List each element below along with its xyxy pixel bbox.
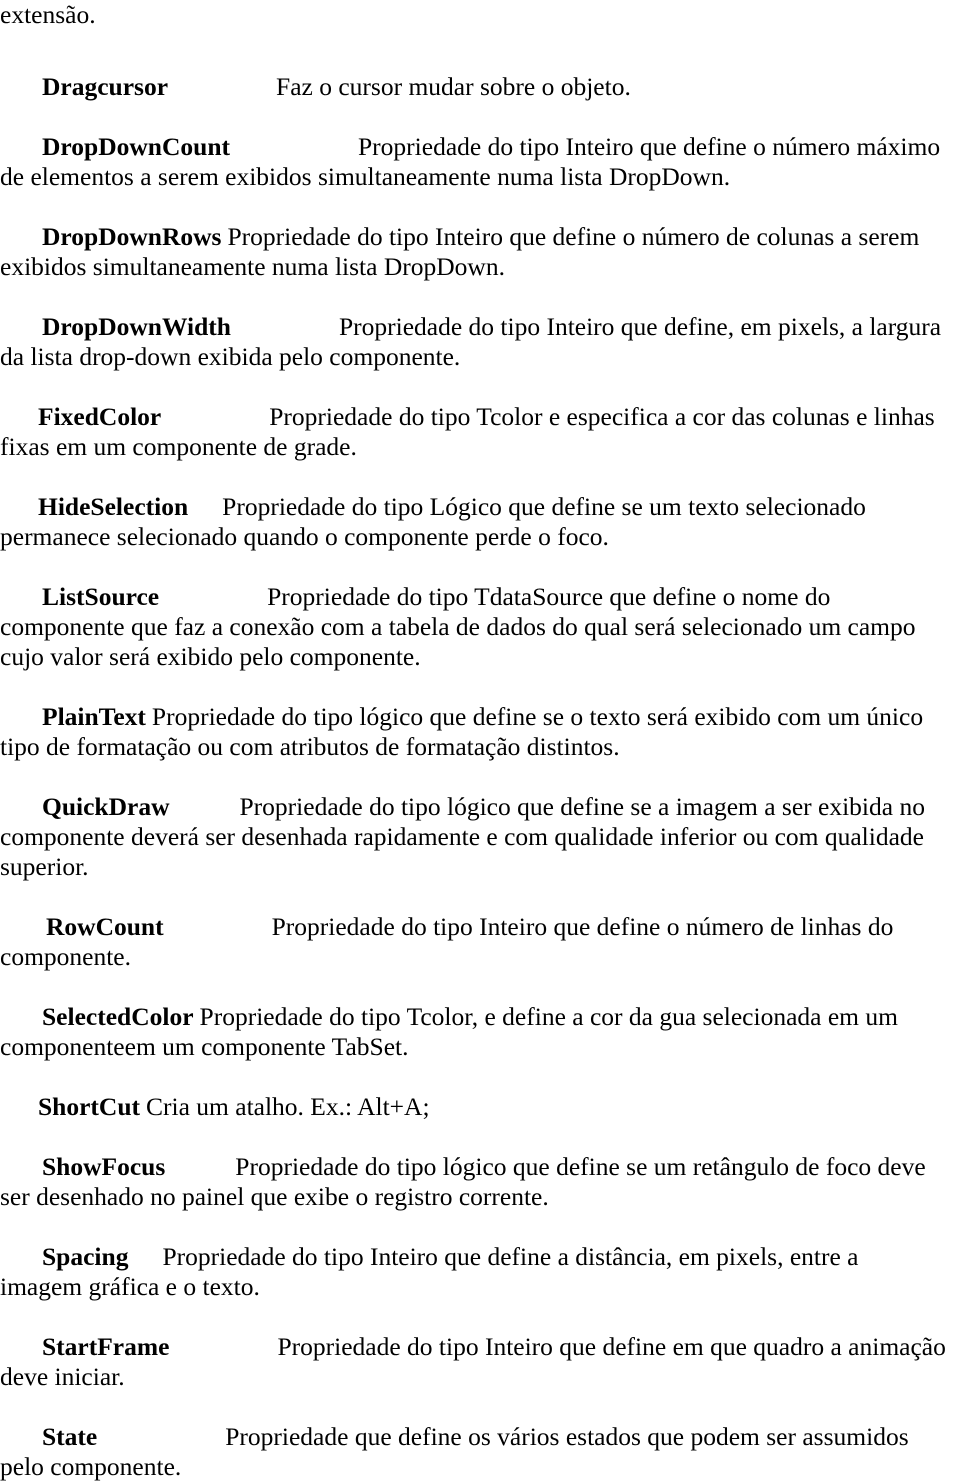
continuation-text: extensão. [0,0,946,30]
property-entry-listsource: ListSource Propriedade do tipo TdataSourc… [0,582,946,672]
property-entry-rowcount: RowCount Propriedade do tipo Inteiro que … [0,912,946,972]
property-term: ShortCut [38,1092,141,1121]
property-entry-shortcut: ShortCut Cria um atalho. Ex.: Alt+A; [0,1092,946,1122]
property-term: QuickDraw [42,792,170,821]
property-description: Faz o cursor mudar sobre o objeto. [276,72,631,101]
property-term: HideSelection [38,492,189,521]
property-entry-showfocus: ShowFocus Propriedade do tipo lógico que … [0,1152,946,1212]
document-page: extensão. Dragcursor Faz o cursor mudar s… [0,0,960,1481]
property-entry-hideselection: HideSelection Propriedade do tipo Lógico … [0,492,946,552]
continuation-line: extensão. [0,0,96,29]
property-term: ListSource [42,582,160,611]
property-term: StartFrame [42,1332,170,1361]
property-term: DropDownWidth [42,312,231,341]
property-term: FixedColor [38,402,162,431]
property-entry-dropdownwidth: DropDownWidth Propriedade do tipo Inteiro… [0,312,946,372]
property-term: PlainText [42,702,146,731]
property-term: ShowFocus [42,1152,166,1181]
property-entry-quickdraw: QuickDraw Propriedade do tipo lógico que … [0,792,946,882]
property-entry-dropdownrows: DropDownRows Propriedade do tipo Inteiro … [0,222,946,282]
property-term: State [42,1422,98,1451]
property-term: RowCount [46,912,164,941]
property-description: Cria um atalho. Ex.: Alt+A; [146,1092,430,1121]
property-term: DropDownCount [42,132,230,161]
property-entry-dragcursor: Dragcursor Faz o cursor mudar sobre o obj… [0,72,946,102]
property-term: DropDownRows [42,222,222,251]
property-term: Spacing [42,1242,129,1271]
property-entry-fixedcolor: FixedColor Propriedade do tipo Tcolor e e… [0,402,946,462]
property-entry-plaintext: PlainText Propriedade do tipo lógico que … [0,702,946,762]
property-entry-startframe: StartFrame Propriedade do tipo Inteiro qu… [0,1332,946,1392]
property-term: SelectedColor [42,1002,194,1031]
property-term: Dragcursor [42,72,169,101]
property-entry-state: State Propriedade que define os vários es… [0,1422,946,1482]
property-entry-spacing: Spacing Propriedade do tipo Inteiro que d… [0,1242,946,1302]
property-entry-selectedcolor: SelectedColor Propriedade do tipo Tcolor,… [0,1002,946,1062]
property-entry-dropdowncount: DropDownCount Propriedade do tipo Inteiro… [0,132,946,192]
